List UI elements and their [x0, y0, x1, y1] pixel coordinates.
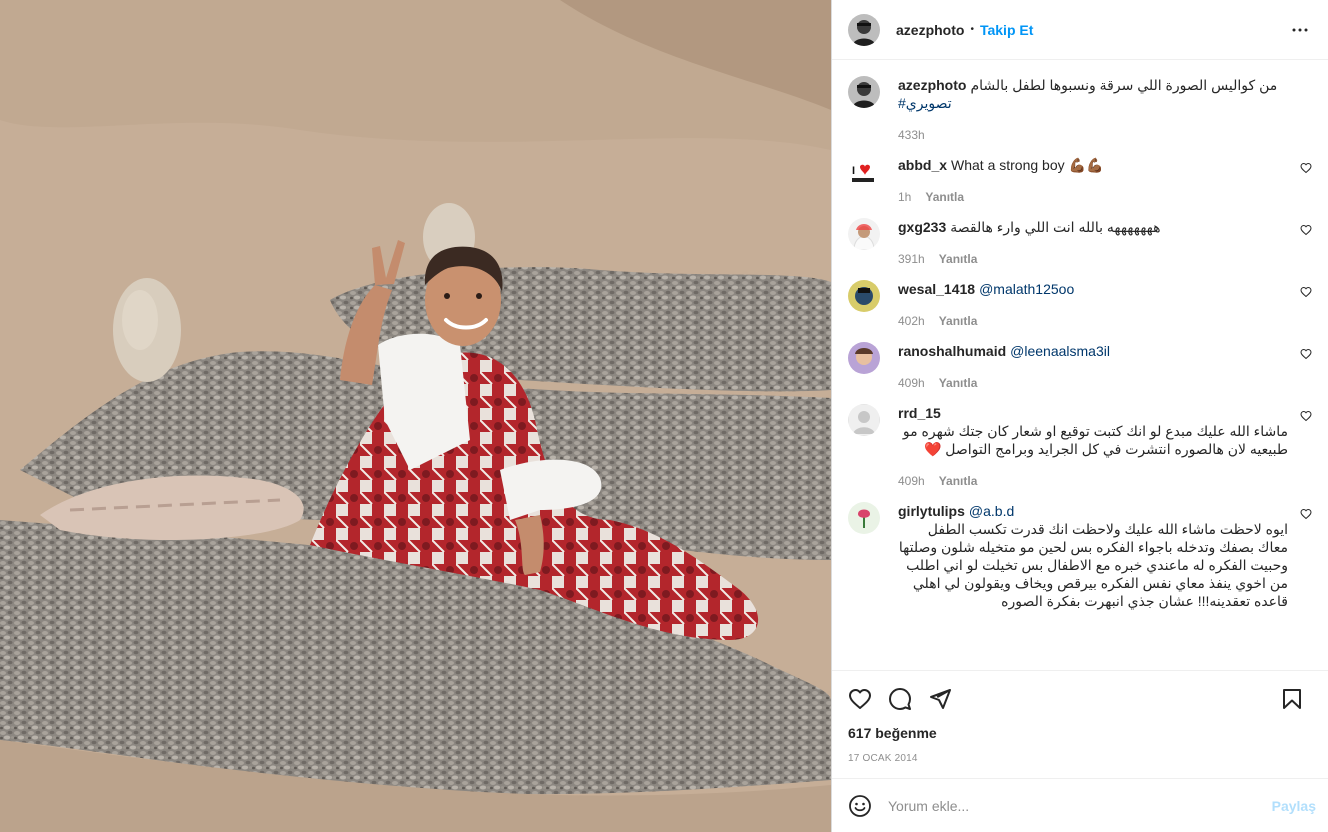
comment-icon[interactable]: [888, 687, 912, 711]
caption-username[interactable]: azezphoto: [898, 77, 966, 93]
comment-item: I abbd_x What a strong boy 💪🏾💪🏾 1h Yanıtla: [848, 156, 1312, 204]
heart-icon[interactable]: [848, 687, 872, 711]
post-modal: azezphoto • Takip Et azezphoto من كواليس …: [0, 0, 1328, 832]
likes-count[interactable]: 617 beğenme: [848, 723, 1312, 741]
bookmark-icon[interactable]: [1280, 687, 1304, 711]
caption-time[interactable]: 433h: [898, 128, 925, 142]
avatar[interactable]: [848, 13, 880, 46]
comment-mention[interactable]: @a.b.d: [969, 503, 1014, 519]
comment-username[interactable]: rrd_15: [898, 405, 941, 421]
avatar[interactable]: [848, 342, 880, 374]
comment-time[interactable]: 391h: [898, 252, 925, 266]
post-photo[interactable]: [0, 0, 831, 832]
like-comment-icon[interactable]: [1300, 286, 1312, 298]
comment-time[interactable]: 402h: [898, 314, 925, 328]
comment-item: ranoshalhumaid @leenaalsma3il 409h Yanıtla: [848, 342, 1312, 390]
post-header: azezphoto • Takip Et: [832, 0, 1328, 60]
post-side-panel: azezphoto • Takip Et azezphoto من كواليس …: [831, 0, 1328, 832]
like-comment-icon[interactable]: [1300, 410, 1312, 422]
comment-input[interactable]: [888, 797, 1272, 814]
comment-username[interactable]: gxg233: [898, 219, 946, 235]
separator-dot: •: [970, 24, 974, 35]
avatar[interactable]: [848, 404, 880, 436]
like-comment-icon[interactable]: [1300, 348, 1312, 360]
svg-text:I: I: [852, 165, 855, 177]
emoji-icon[interactable]: [848, 794, 872, 818]
comment-username[interactable]: abbd_x: [898, 157, 947, 173]
comment-time[interactable]: 409h: [898, 474, 925, 488]
comment-text: ايوه لاحظت ماشاء الله عليك ولاحظت انك قد…: [898, 521, 1288, 609]
add-comment-bar: Paylaş: [832, 778, 1328, 832]
reply-button[interactable]: Yanıtla: [939, 252, 978, 266]
comment-mention[interactable]: @malath125oo: [979, 281, 1074, 297]
avatar[interactable]: [848, 502, 880, 534]
avatar[interactable]: [848, 280, 880, 312]
follow-button[interactable]: Takip Et: [980, 22, 1033, 38]
reply-button[interactable]: Yanıtla: [939, 376, 978, 390]
caption-text: من كواليس الصورة اللي سرقة ونسبوها لطفل …: [970, 77, 1278, 93]
comment-mention[interactable]: @leenaalsma3il: [1010, 343, 1110, 359]
avatar[interactable]: [848, 218, 880, 250]
avatar[interactable]: I: [848, 156, 880, 188]
caption: azezphoto من كواليس الصورة اللي سرقة ونسب…: [848, 76, 1312, 142]
comment-time[interactable]: 409h: [898, 376, 925, 390]
send-icon[interactable]: [928, 687, 952, 711]
comment-username[interactable]: ranoshalhumaid: [898, 343, 1006, 359]
comment-item: rrd_15 ماشاء الله عليك مبدع لو انك كتبت ت…: [848, 404, 1312, 488]
like-comment-icon[interactable]: [1300, 508, 1312, 520]
post-comment-button[interactable]: Paylaş: [1272, 798, 1316, 814]
photo-illustration: [0, 0, 831, 832]
like-comment-icon[interactable]: [1300, 162, 1312, 174]
comment-time[interactable]: 1h: [898, 190, 911, 204]
post-actions: 617 beğenme 17 OCAK 2014: [832, 670, 1328, 778]
avatar[interactable]: [848, 76, 880, 108]
caption-hashtag[interactable]: #تصويري: [898, 95, 952, 111]
post-date[interactable]: 17 OCAK 2014: [848, 753, 1312, 764]
comment-text: ماشاء الله عليك مبدع لو انك كتبت توقيع ا…: [902, 423, 1288, 457]
reply-button[interactable]: Yanıtla: [925, 190, 964, 204]
comment-text: هههههههه بالله انت اللي وارء هالقصة: [950, 219, 1161, 235]
like-comment-icon[interactable]: [1300, 224, 1312, 236]
comment-text: What a strong boy 💪🏾💪🏾: [951, 157, 1104, 173]
reply-button[interactable]: Yanıtla: [939, 314, 978, 328]
comment-username[interactable]: wesal_1418: [898, 281, 975, 297]
comments-list: azezphoto من كواليس الصورة اللي سرقة ونسب…: [832, 60, 1328, 670]
more-horizontal-icon[interactable]: [1288, 18, 1312, 42]
comment-username[interactable]: girlytulips: [898, 503, 965, 519]
comment-item: wesal_1418 @malath125oo 402h Yanıtla: [848, 280, 1312, 328]
comment-item: gxg233 هههههههه بالله انت اللي وارء هالقص…: [848, 218, 1312, 266]
comment-item: girlytulips @a.b.d ايوه لاحظت ماشاء الله ع…: [848, 502, 1312, 610]
post-username[interactable]: azezphoto: [896, 22, 964, 38]
reply-button[interactable]: Yanıtla: [939, 474, 978, 488]
